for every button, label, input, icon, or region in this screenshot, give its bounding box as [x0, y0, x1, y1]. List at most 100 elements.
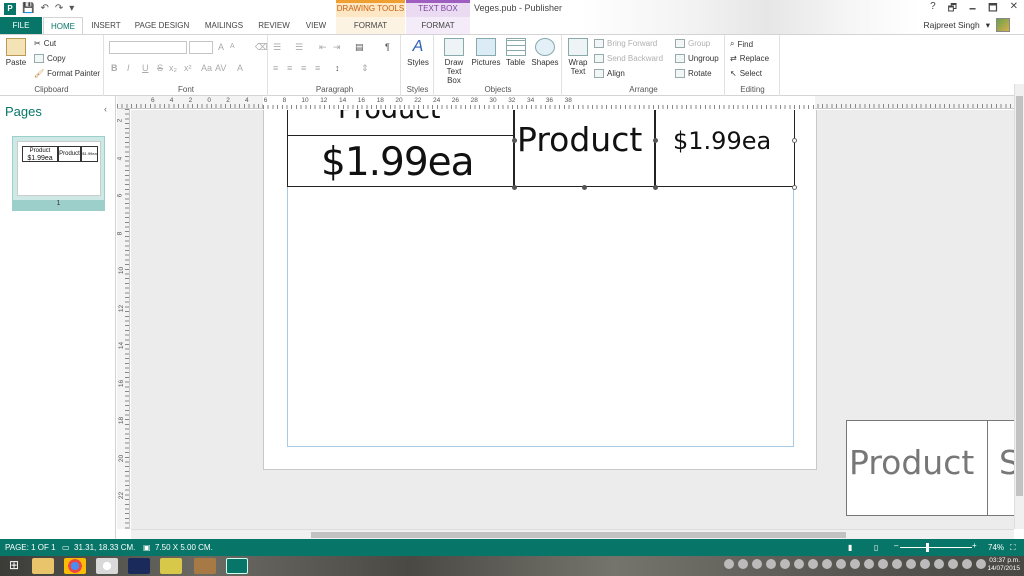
page-indicator[interactable]: PAGE: 1 OF 1: [5, 543, 56, 552]
file-explorer-icon[interactable]: [32, 558, 54, 574]
tray-icon[interactable]: [794, 559, 804, 569]
align-right-icon[interactable]: ≡: [301, 63, 306, 73]
paste-button[interactable]: Paste: [3, 38, 29, 67]
tray-icon[interactable]: [976, 559, 986, 569]
zoom-slider-knob[interactable]: [926, 543, 929, 552]
horizontal-scrollbar[interactable]: [131, 529, 1014, 539]
cut-button[interactable]: ✂ Cut: [34, 39, 56, 48]
publisher-app-icon[interactable]: P: [4, 2, 16, 15]
rotate-button[interactable]: Rotate: [675, 69, 712, 78]
tab-review[interactable]: REVIEW: [255, 17, 293, 34]
draw-text-box-button[interactable]: Draw Text Box: [439, 38, 469, 85]
line-spacing-icon[interactable]: ↕: [335, 63, 340, 73]
justify-icon[interactable]: ≡: [315, 63, 320, 73]
copy-button[interactable]: Copy: [34, 54, 66, 63]
undo-icon[interactable]: ↶: [40, 3, 48, 14]
tab-mailings[interactable]: MAILINGS: [200, 17, 248, 34]
increase-indent-icon[interactable]: ⇥: [333, 42, 341, 53]
zoom-level[interactable]: 74%: [988, 543, 1004, 552]
selection-handle[interactable]: [792, 185, 797, 190]
tray-icon[interactable]: [808, 559, 818, 569]
grow-font-button[interactable]: A: [218, 42, 224, 52]
tab-home[interactable]: HOME: [43, 17, 83, 35]
ungroup-button[interactable]: Ungroup: [675, 54, 719, 63]
strikethrough-button[interactable]: S: [157, 63, 163, 73]
find-button[interactable]: ⌕ Find: [730, 39, 753, 49]
selection-handle[interactable]: [512, 185, 517, 190]
tray-icon[interactable]: [850, 559, 860, 569]
close-button[interactable]: ✕: [1010, 1, 1018, 18]
select-button[interactable]: ↖ Select: [730, 69, 762, 78]
app-game-icon[interactable]: [194, 558, 216, 574]
pictures-button[interactable]: Pictures: [471, 38, 501, 67]
styles-button[interactable]: A Styles: [404, 38, 432, 67]
minimize-button[interactable]: 🗕: [969, 1, 976, 18]
app-l-icon[interactable]: [128, 558, 150, 574]
align-center-icon[interactable]: ≡: [287, 63, 292, 73]
single-page-view-icon[interactable]: ▮: [848, 543, 852, 552]
tray-icon[interactable]: [822, 559, 832, 569]
save-icon[interactable]: 💾: [22, 3, 34, 14]
tray-icon[interactable]: [752, 559, 762, 569]
bullets-icon[interactable]: ☰: [273, 42, 281, 53]
tab-view[interactable]: VIEW: [300, 17, 332, 34]
scratch-area-text-box[interactable]: Product S: [846, 420, 1014, 516]
two-page-view-icon[interactable]: ▯: [874, 543, 878, 552]
align-left-icon[interactable]: ≡: [273, 63, 278, 73]
align-button[interactable]: Align: [594, 69, 625, 78]
selection-handle[interactable]: [653, 185, 658, 190]
group-button[interactable]: Group: [675, 39, 710, 48]
tray-icon[interactable]: [766, 559, 776, 569]
font-size-dropdown[interactable]: [189, 41, 213, 54]
vertical-scrollbar[interactable]: [1014, 84, 1024, 529]
collapse-pane-button[interactable]: ‹: [104, 104, 107, 114]
tray-icon[interactable]: [892, 559, 902, 569]
format-painter-button[interactable]: 🖌 Format Painter: [34, 69, 100, 78]
columns-icon[interactable]: ▤: [355, 42, 364, 53]
itunes-icon[interactable]: [96, 558, 118, 574]
workspace-canvas[interactable]: Product $1.99ea Product $1.99ea Product …: [131, 110, 1014, 529]
underline-button[interactable]: U: [142, 63, 149, 73]
ribbon-display-button[interactable]: 🗗: [948, 1, 957, 18]
numbering-icon[interactable]: ☰: [295, 42, 303, 53]
decrease-indent-icon[interactable]: ⇤: [319, 42, 327, 53]
tray-icon[interactable]: [934, 559, 944, 569]
paragraph-spacing-icon[interactable]: ⇕: [361, 63, 369, 74]
vertical-scroll-thumb[interactable]: [1016, 96, 1023, 496]
replace-button[interactable]: ⇄ Replace: [730, 54, 769, 63]
wrap-text-button[interactable]: Wrap Text: [565, 38, 591, 76]
app-sticky-icon[interactable]: [160, 558, 182, 574]
tab-file[interactable]: FILE: [0, 17, 42, 34]
tray-icon[interactable]: [836, 559, 846, 569]
character-spacing-icon[interactable]: AV: [215, 63, 226, 73]
tray-icon[interactable]: [962, 559, 972, 569]
clear-format-icon[interactable]: ⌫: [255, 42, 268, 53]
tray-icon[interactable]: [878, 559, 888, 569]
subscript-button[interactable]: x₂: [169, 63, 177, 73]
tab-format-drawing[interactable]: FORMAT: [336, 17, 405, 34]
start-icon[interactable]: ⊞: [2, 558, 26, 574]
zoom-out-button[interactable]: –: [894, 541, 898, 550]
price-callout-shape[interactable]: Product $1.99ea: [287, 110, 514, 187]
customize-qat-icon[interactable]: ▾: [69, 3, 74, 14]
font-name-dropdown[interactable]: [109, 41, 187, 54]
zoom-in-button[interactable]: +: [972, 541, 977, 550]
bold-button[interactable]: B: [111, 63, 118, 73]
tab-page-design[interactable]: PAGE DESIGN: [133, 17, 191, 34]
superscript-button[interactable]: x²: [184, 63, 192, 73]
help-button[interactable]: ?: [930, 1, 936, 18]
table-button[interactable]: Table: [502, 38, 529, 67]
tab-insert[interactable]: INSERT: [88, 17, 124, 34]
chrome-icon[interactable]: [64, 558, 86, 574]
shapes-button[interactable]: Shapes: [530, 38, 560, 67]
publication-page[interactable]: Product $1.99ea Product $1.99ea: [263, 110, 817, 470]
product-text-box[interactable]: Product: [514, 110, 655, 187]
tray-icon[interactable]: [724, 559, 734, 569]
vertical-ruler[interactable]: 2 4 6 8 10 12 14 16 18 20 22: [116, 109, 130, 529]
tray-icon[interactable]: [948, 559, 958, 569]
tray-icon[interactable]: [738, 559, 748, 569]
selection-handle[interactable]: [653, 138, 658, 143]
fit-page-icon[interactable]: ⛶: [1010, 543, 1016, 553]
bring-forward-button[interactable]: Bring Forward: [594, 39, 657, 48]
shrink-font-button[interactable]: A: [230, 43, 235, 50]
